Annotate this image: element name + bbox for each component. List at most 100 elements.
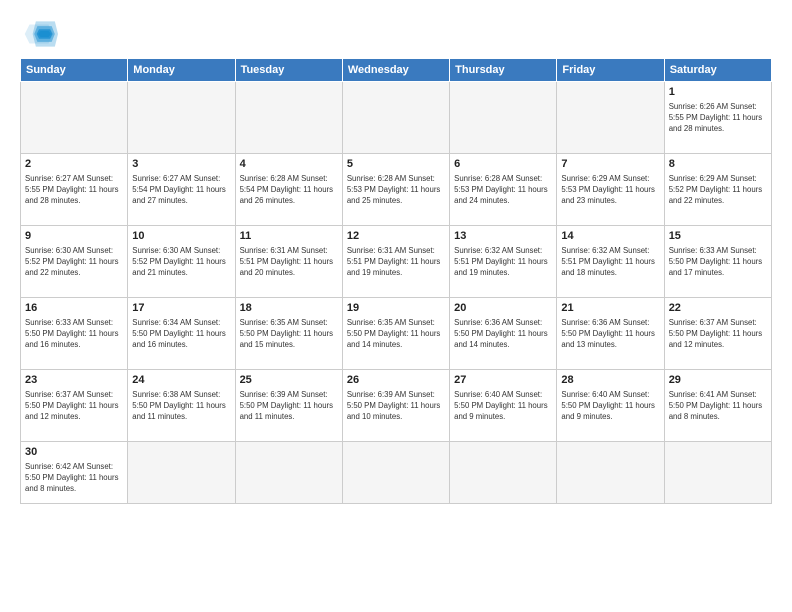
calendar-week-2: 2Sunrise: 6:27 AM Sunset: 5:55 PM Daylig…	[21, 154, 772, 226]
calendar-cell	[235, 442, 342, 504]
calendar-cell: 3 Sunrise: 6:27 AM Sunset: 5:54 PM Daylig…	[128, 154, 235, 226]
day-number: 14	[561, 229, 659, 244]
day-number: 12	[347, 229, 445, 244]
day-number: 21	[561, 301, 659, 316]
day-info: Sunrise: 6:41 AM Sunset: 5:50 PM Dayligh…	[669, 390, 767, 423]
day-info: Sunrise: 6:31 AM Sunset: 5:51 PM Dayligh…	[240, 246, 338, 279]
day-info: Sunrise: 6:34 AM Sunset: 5:50 PM Dayligh…	[132, 318, 230, 351]
calendar-week-3: 9 Sunrise: 6:30 AM Sunset: 5:52 PM Daylig…	[21, 226, 772, 298]
calendar-cell	[557, 442, 664, 504]
day-number: 27	[454, 373, 552, 388]
day-info: Sunrise: 6:42 AM Sunset: 5:50 PM Dayligh…	[25, 462, 123, 495]
day-info: Sunrise: 6:38 AM Sunset: 5:50 PM Dayligh…	[132, 390, 230, 423]
weekday-header-thursday: Thursday	[450, 59, 557, 82]
day-info: Sunrise: 6:30 AM Sunset: 5:52 PM Dayligh…	[132, 246, 230, 279]
day-number: 11	[240, 229, 338, 244]
day-number: 18	[240, 301, 338, 316]
day-info: Sunrise: 6:29 AM Sunset: 5:52 PM Dayligh…	[669, 174, 767, 207]
day-info: Sunrise: 6:30 AM Sunset: 5:52 PM Dayligh…	[25, 246, 123, 279]
day-info: Sunrise: 6:29 AM Sunset: 5:53 PM Dayligh…	[561, 174, 659, 207]
day-info: Sunrise: 6:35 AM Sunset: 5:50 PM Dayligh…	[347, 318, 445, 351]
day-number: 17	[132, 301, 230, 316]
page: SundayMondayTuesdayWednesdayThursdayFrid…	[0, 0, 792, 612]
calendar-cell: 4 Sunrise: 6:28 AM Sunset: 5:54 PM Daylig…	[235, 154, 342, 226]
day-info: Sunrise: 6:40 AM Sunset: 5:50 PM Dayligh…	[561, 390, 659, 423]
day-number: 28	[561, 373, 659, 388]
calendar-cell: 23 Sunrise: 6:37 AM Sunset: 5:50 PM Dayli…	[21, 370, 128, 442]
day-number: 20	[454, 301, 552, 316]
calendar-cell	[450, 442, 557, 504]
calendar-cell: 17 Sunrise: 6:34 AM Sunset: 5:50 PM Dayli…	[128, 298, 235, 370]
calendar-cell: 10 Sunrise: 6:30 AM Sunset: 5:52 PM Dayli…	[128, 226, 235, 298]
day-info: Sunrise: 6:36 AM Sunset: 5:50 PM Dayligh…	[454, 318, 552, 351]
day-info: Sunrise: 6:40 AM Sunset: 5:50 PM Dayligh…	[454, 390, 552, 423]
calendar-cell: 29Sunrise: 6:41 AM Sunset: 5:50 PM Dayli…	[664, 370, 771, 442]
day-info: Sunrise: 6:37 AM Sunset: 5:50 PM Dayligh…	[25, 390, 123, 423]
day-info: Sunrise: 6:27 AM Sunset: 5:55 PM Dayligh…	[25, 174, 123, 207]
day-info: Sunrise: 6:32 AM Sunset: 5:51 PM Dayligh…	[561, 246, 659, 279]
calendar-cell	[235, 82, 342, 154]
day-info: Sunrise: 6:27 AM Sunset: 5:54 PM Dayligh…	[132, 174, 230, 207]
calendar-week-6: 30 Sunrise: 6:42 AM Sunset: 5:50 PM Dayli…	[21, 442, 772, 504]
day-info: Sunrise: 6:28 AM Sunset: 5:53 PM Dayligh…	[347, 174, 445, 207]
weekday-header-monday: Monday	[128, 59, 235, 82]
day-number: 9	[25, 229, 123, 244]
day-number: 16	[25, 301, 123, 316]
calendar-cell: 25 Sunrise: 6:39 AM Sunset: 5:50 PM Dayli…	[235, 370, 342, 442]
calendar-cell: 24 Sunrise: 6:38 AM Sunset: 5:50 PM Dayli…	[128, 370, 235, 442]
day-number: 23	[25, 373, 123, 388]
calendar-cell: 6 Sunrise: 6:28 AM Sunset: 5:53 PM Daylig…	[450, 154, 557, 226]
weekday-header-wednesday: Wednesday	[342, 59, 449, 82]
weekday-header-saturday: Saturday	[664, 59, 771, 82]
day-info: Sunrise: 6:31 AM Sunset: 5:51 PM Dayligh…	[347, 246, 445, 279]
weekday-header-sunday: Sunday	[21, 59, 128, 82]
calendar-cell: 21 Sunrise: 6:36 AM Sunset: 5:50 PM Dayli…	[557, 298, 664, 370]
weekday-header-row: SundayMondayTuesdayWednesdayThursdayFrid…	[21, 59, 772, 82]
day-number: 13	[454, 229, 552, 244]
calendar-cell: 22Sunrise: 6:37 AM Sunset: 5:50 PM Dayli…	[664, 298, 771, 370]
calendar-cell: 27 Sunrise: 6:40 AM Sunset: 5:50 PM Dayli…	[450, 370, 557, 442]
calendar-cell	[450, 82, 557, 154]
day-number: 15	[669, 229, 767, 244]
calendar-week-1: 1Sunrise: 6:26 AM Sunset: 5:55 PM Daylig…	[21, 82, 772, 154]
calendar-body: 1Sunrise: 6:26 AM Sunset: 5:55 PM Daylig…	[21, 82, 772, 504]
generalblue-logo-icon	[20, 18, 58, 50]
calendar-cell: 11 Sunrise: 6:31 AM Sunset: 5:51 PM Dayli…	[235, 226, 342, 298]
day-number: 5	[347, 157, 445, 172]
calendar-cell: 8 Sunrise: 6:29 AM Sunset: 5:52 PM Daylig…	[664, 154, 771, 226]
calendar-cell: 19 Sunrise: 6:35 AM Sunset: 5:50 PM Dayli…	[342, 298, 449, 370]
calendar-cell: 5 Sunrise: 6:28 AM Sunset: 5:53 PM Daylig…	[342, 154, 449, 226]
calendar-cell	[21, 82, 128, 154]
logo	[20, 18, 62, 50]
day-number: 3	[132, 157, 230, 172]
calendar-cell: 12 Sunrise: 6:31 AM Sunset: 5:51 PM Dayli…	[342, 226, 449, 298]
day-info: Sunrise: 6:26 AM Sunset: 5:55 PM Dayligh…	[669, 102, 767, 135]
calendar-cell: 1Sunrise: 6:26 AM Sunset: 5:55 PM Daylig…	[664, 82, 771, 154]
day-info: Sunrise: 6:28 AM Sunset: 5:53 PM Dayligh…	[454, 174, 552, 207]
day-info: Sunrise: 6:35 AM Sunset: 5:50 PM Dayligh…	[240, 318, 338, 351]
calendar-cell: 18 Sunrise: 6:35 AM Sunset: 5:50 PM Dayli…	[235, 298, 342, 370]
calendar-cell: 2Sunrise: 6:27 AM Sunset: 5:55 PM Daylig…	[21, 154, 128, 226]
day-info: Sunrise: 6:33 AM Sunset: 5:50 PM Dayligh…	[669, 246, 767, 279]
calendar: SundayMondayTuesdayWednesdayThursdayFrid…	[20, 58, 772, 504]
calendar-cell: 30 Sunrise: 6:42 AM Sunset: 5:50 PM Dayli…	[21, 442, 128, 504]
day-info: Sunrise: 6:36 AM Sunset: 5:50 PM Dayligh…	[561, 318, 659, 351]
calendar-cell	[664, 442, 771, 504]
day-number: 19	[347, 301, 445, 316]
calendar-cell: 9 Sunrise: 6:30 AM Sunset: 5:52 PM Daylig…	[21, 226, 128, 298]
day-number: 30	[25, 445, 123, 460]
day-number: 22	[669, 301, 767, 316]
day-number: 8	[669, 157, 767, 172]
day-number: 25	[240, 373, 338, 388]
day-info: Sunrise: 6:28 AM Sunset: 5:54 PM Dayligh…	[240, 174, 338, 207]
day-number: 4	[240, 157, 338, 172]
day-number: 6	[454, 157, 552, 172]
calendar-cell: 14 Sunrise: 6:32 AM Sunset: 5:51 PM Dayli…	[557, 226, 664, 298]
day-info: Sunrise: 6:39 AM Sunset: 5:50 PM Dayligh…	[240, 390, 338, 423]
day-number: 10	[132, 229, 230, 244]
day-number: 24	[132, 373, 230, 388]
calendar-cell: 26Sunrise: 6:39 AM Sunset: 5:50 PM Dayli…	[342, 370, 449, 442]
calendar-cell: 15 Sunrise: 6:33 AM Sunset: 5:50 PM Dayli…	[664, 226, 771, 298]
calendar-cell	[128, 82, 235, 154]
day-number: 26	[347, 373, 445, 388]
